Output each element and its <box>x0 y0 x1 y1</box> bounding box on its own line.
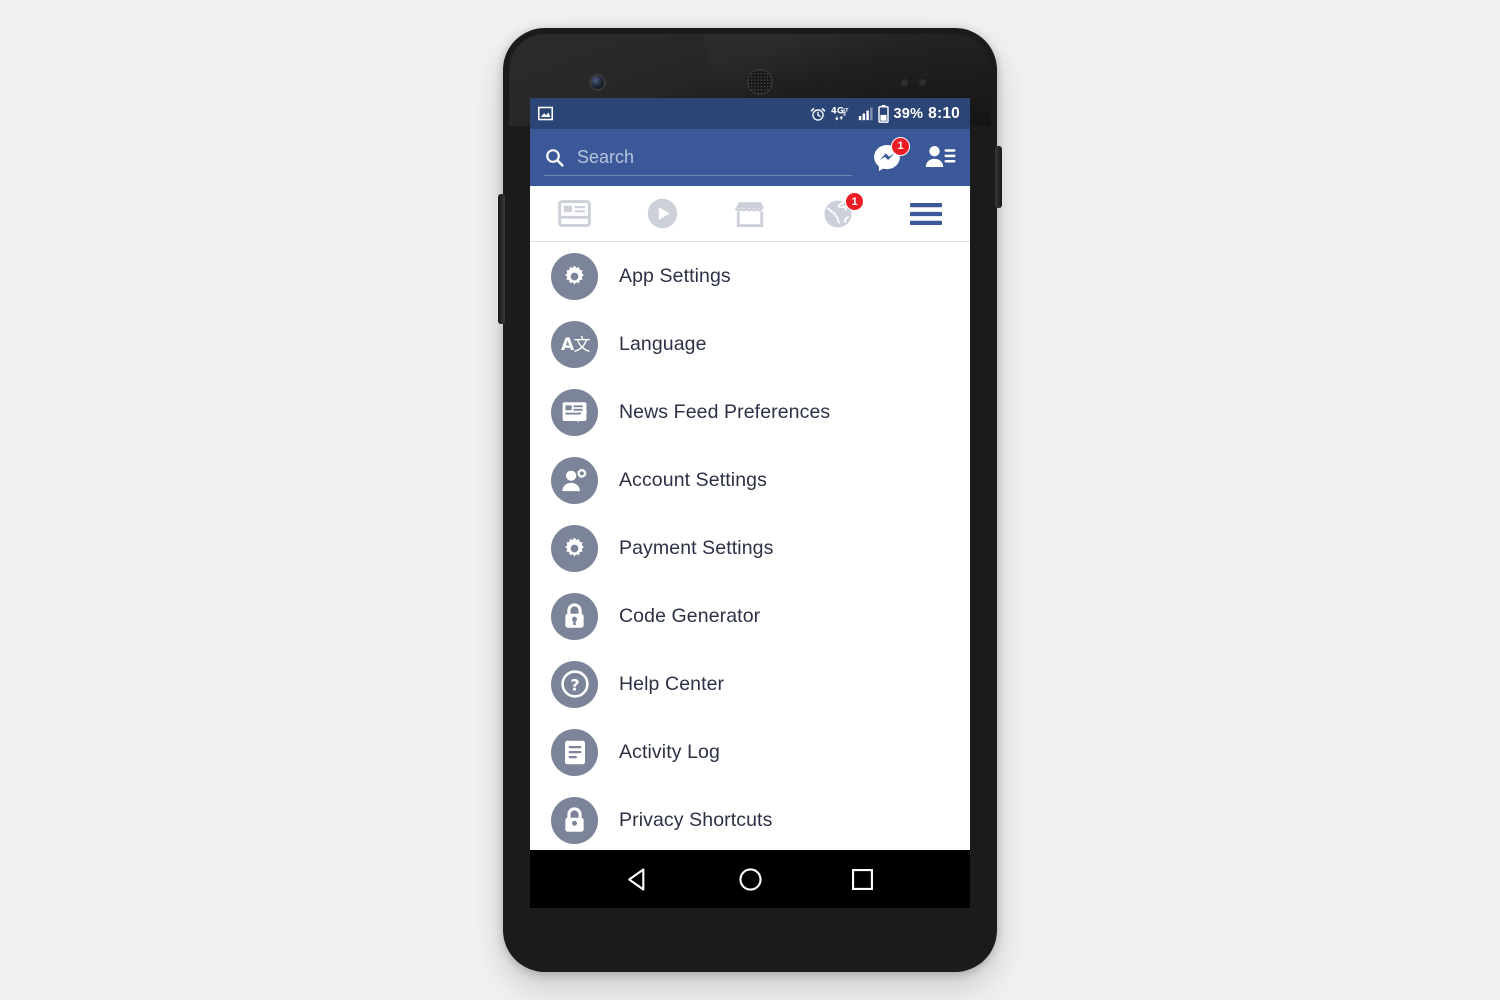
menu-item-label: Payment Settings <box>619 536 774 559</box>
svg-text:?: ? <box>570 676 579 695</box>
home-circle-icon <box>739 867 763 891</box>
status-bar-right: 4G LT E 39% 8:10 <box>810 104 960 123</box>
tab-watch[interactable] <box>618 186 706 241</box>
menu-item-activity-log[interactable]: Activity Log <box>530 718 970 786</box>
search-input[interactable] <box>577 147 860 168</box>
android-phone: 4G LT E 39% 8:10 Search 1 1 App Settings… <box>498 24 1002 976</box>
recents-button[interactable] <box>850 867 875 892</box>
tab-bar: 1 <box>530 186 970 242</box>
menu-item-label: Account Settings <box>619 468 767 491</box>
menu-item-label: App Settings <box>619 264 731 287</box>
lock-icon <box>551 592 598 640</box>
menu-item-account-settings[interactable]: Account Settings <box>530 446 970 514</box>
action-bar: 1 <box>530 129 970 186</box>
menu-item-label: Help Center <box>619 672 725 695</box>
battery-percent-label: 39% <box>893 105 924 122</box>
activity-log-icon <box>551 728 598 776</box>
scene: 4G LT E 39% 8:10 Search 1 1 App Settings… <box>0 0 1500 1000</box>
menu-item-label: Privacy Shortcuts <box>619 808 773 831</box>
front-camera <box>591 76 604 89</box>
screenshot-notification-icon <box>537 105 554 122</box>
news-feed-preferences-icon <box>551 388 598 436</box>
account-settings-icon <box>551 456 598 504</box>
friend-requests-icon <box>925 145 956 167</box>
signal-strength-icon <box>858 106 873 121</box>
status-bar: 4G LT E 39% 8:10 <box>530 98 970 129</box>
menu-item-code-generator[interactable]: Code Generator <box>530 582 970 650</box>
svg-text:文: 文 <box>573 336 590 356</box>
settings-menu-list: App Settings A 文 Language News Feed Pref… <box>530 242 970 854</box>
svg-text:E: E <box>843 111 846 117</box>
menu-item-app-settings[interactable]: App Settings <box>530 242 970 310</box>
menu-item-label: News Feed Preferences <box>619 400 831 423</box>
volume-rocker[interactable] <box>498 194 505 324</box>
messenger-badge: 1 <box>891 136 910 156</box>
tab-marketplace[interactable] <box>706 186 794 241</box>
battery-icon <box>877 104 889 123</box>
back-triangle-icon <box>628 867 645 891</box>
search-bar[interactable] <box>544 138 860 178</box>
tab-notifications[interactable]: 1 <box>794 186 882 241</box>
menu-item-news-feed-preferences[interactable]: News Feed Preferences <box>530 378 970 446</box>
tab-news-feed[interactable] <box>530 186 618 241</box>
proximity-sensor <box>901 79 908 86</box>
status-bar-left <box>537 105 810 122</box>
video-play-icon <box>647 198 677 229</box>
alarm-clock-icon <box>810 106 826 122</box>
recents-square-icon <box>852 868 874 890</box>
menu-item-help-center[interactable]: ? Help Center <box>530 650 970 718</box>
search-underline <box>544 174 852 176</box>
phone-screen: 4G LT E 39% 8:10 Search 1 1 App Settings… <box>530 98 970 908</box>
svg-text:4G: 4G <box>831 106 844 116</box>
light-sensor <box>919 79 926 86</box>
menu-item-language[interactable]: A 文 Language <box>530 310 970 378</box>
menu-item-payment-settings[interactable]: Payment Settings <box>530 514 970 582</box>
hamburger-menu-icon <box>910 202 942 225</box>
friend-requests-button[interactable] <box>924 143 956 173</box>
news-feed-icon <box>557 200 591 227</box>
marketplace-icon <box>734 201 765 227</box>
network-4glte-icon: 4G LT E <box>831 105 853 122</box>
tab-menu[interactable] <box>882 186 970 241</box>
privacy-lock-icon <box>551 796 598 844</box>
question-mark-icon: ? <box>551 660 598 708</box>
menu-item-label: Activity Log <box>619 740 720 763</box>
messenger-button[interactable]: 1 <box>872 136 910 173</box>
menu-item-privacy-shortcuts[interactable]: Privacy Shortcuts <box>530 786 970 854</box>
home-button[interactable] <box>737 866 764 893</box>
status-bar-clock: 8:10 <box>928 104 960 122</box>
back-button[interactable] <box>625 866 652 893</box>
power-button[interactable] <box>995 146 1002 208</box>
menu-item-label: Language <box>619 332 707 355</box>
android-navigation-bar <box>530 850 970 908</box>
language-icon: A 文 <box>551 320 598 368</box>
action-bar-buttons: 1 <box>872 136 956 173</box>
notifications-badge: 1 <box>845 192 864 211</box>
gear-icon <box>551 524 598 572</box>
gear-icon <box>551 252 598 300</box>
search-icon <box>544 147 565 168</box>
earpiece-speaker <box>747 69 773 95</box>
menu-item-label: Code Generator <box>619 604 761 627</box>
